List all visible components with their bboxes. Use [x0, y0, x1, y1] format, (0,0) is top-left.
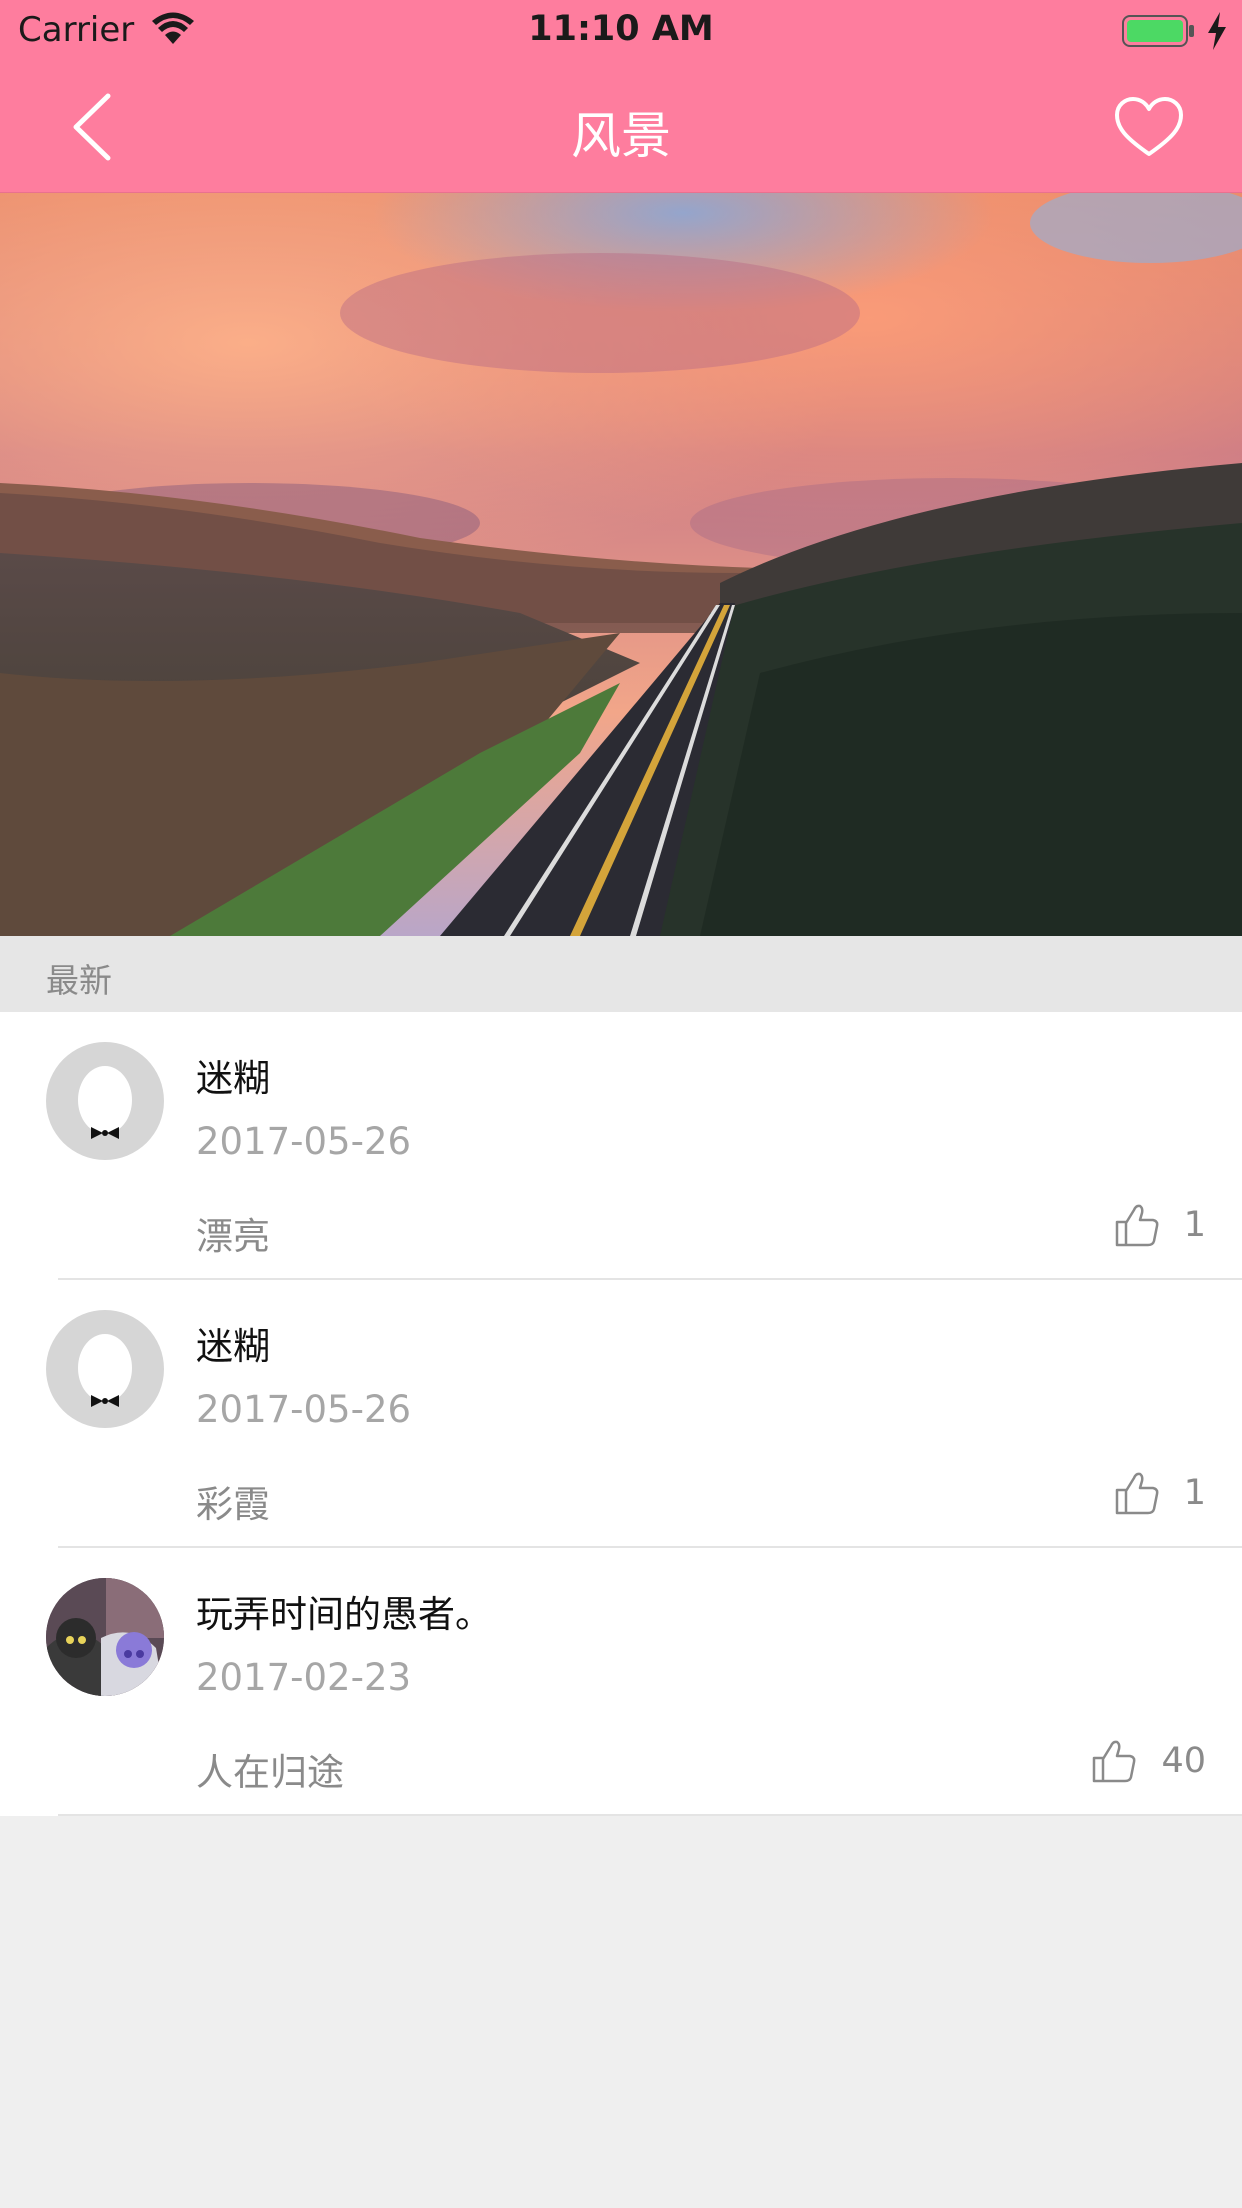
comment-author[interactable]: 迷糊: [196, 1048, 270, 1102]
screen: Carrier 11:10 AM 风景 最新 迷糊 2017-05-26 漂亮 …: [0, 0, 1242, 2208]
page-title: 风景: [571, 107, 671, 165]
thumbs-up-icon: [1093, 1740, 1136, 1783]
thumbs-up-icon: [1115, 1472, 1159, 1515]
status-bar: Carrier 11:10 AM: [0, 0, 1242, 60]
default-avatar-icon[interactable]: [46, 1310, 164, 1428]
landscape-image: [0, 193, 1242, 936]
comment-text: 彩霞: [196, 1483, 270, 1526]
comment-author[interactable]: 迷糊: [196, 1316, 270, 1370]
battery-icon: [1122, 15, 1194, 47]
comment-date: 2017-05-26: [196, 1388, 412, 1431]
comment-text: 人在归途: [196, 1751, 344, 1794]
like-button[interactable]: 1: [1114, 1468, 1206, 1518]
default-avatar-icon[interactable]: [46, 1042, 164, 1160]
hero-landscape-photo: [0, 193, 1242, 936]
comment-author[interactable]: 玩弄时间的愚者。: [196, 1584, 492, 1638]
like-count: 40: [1161, 1741, 1206, 1781]
thumbs-up-icon: [1115, 1204, 1159, 1247]
row-divider: [58, 1814, 1242, 1816]
top-bar: Carrier 11:10 AM 风景: [0, 0, 1242, 193]
like-count: 1: [1183, 1205, 1206, 1245]
like-count: 1: [1183, 1473, 1206, 1513]
charging-bolt-icon: [1208, 12, 1226, 50]
comment-row[interactable]: 迷糊 2017-05-26 彩霞 1: [0, 1280, 1242, 1548]
comment-list: 迷糊 2017-05-26 漂亮 1 迷糊 2017-05-26 彩霞 1 玩弄…: [0, 1012, 1242, 1816]
section-title: 最新: [46, 961, 112, 1000]
like-button[interactable]: 1: [1114, 1200, 1206, 1250]
anime-avatar-icon[interactable]: [46, 1578, 164, 1696]
comment-text: 漂亮: [196, 1215, 270, 1258]
comment-date: 2017-05-26: [196, 1120, 412, 1163]
comment-row[interactable]: 玩弄时间的愚者。 2017-02-23 人在归途 40: [0, 1548, 1242, 1816]
comment-date: 2017-02-23: [196, 1656, 412, 1699]
comment-row[interactable]: 迷糊 2017-05-26 漂亮 1: [0, 1012, 1242, 1280]
favorite-heart-button[interactable]: [1114, 96, 1184, 158]
like-button[interactable]: 40: [1091, 1736, 1206, 1786]
clock: 11:10 AM: [528, 9, 714, 49]
section-header: 最新: [0, 936, 1242, 1012]
